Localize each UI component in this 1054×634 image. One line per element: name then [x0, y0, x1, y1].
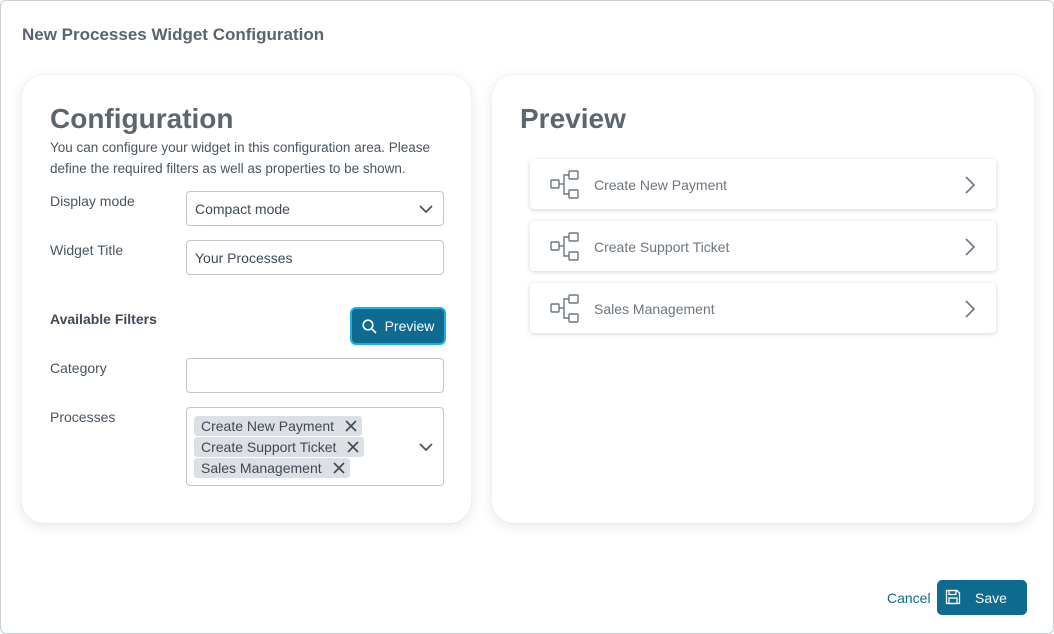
configuration-description: You can configure your widget in this co…	[50, 140, 430, 176]
display-mode-select[interactable]: Compact mode	[186, 191, 444, 226]
category-label: Category	[50, 360, 107, 376]
preview-button[interactable]: Preview	[350, 307, 446, 345]
widget-title-input[interactable]: Your Processes	[186, 240, 444, 275]
search-icon	[361, 318, 377, 334]
process-chip-label: Create New Payment	[201, 418, 335, 434]
display-mode-value: Compact mode	[195, 201, 290, 217]
chevron-right-icon	[965, 176, 976, 194]
preview-heading: Preview	[520, 103, 626, 134]
cancel-button[interactable]: Cancel	[887, 590, 931, 606]
process-flow-icon	[550, 170, 579, 199]
preview-item-label: Create Support Ticket	[594, 239, 730, 255]
close-icon[interactable]	[346, 440, 360, 454]
selected-processes: Create New Payment Create Support Ticket…	[194, 416, 414, 479]
configuration-panel: Configuration You can configure your wid…	[22, 75, 471, 523]
dialog-title: New Processes Widget Configuration	[22, 25, 325, 44]
configuration-heading: Configuration	[50, 103, 234, 134]
chevron-down-icon	[419, 205, 433, 214]
available-filters-title: Available Filters	[50, 311, 157, 327]
preview-item-label: Create New Payment	[594, 177, 728, 193]
save-button[interactable]: Save	[937, 580, 1027, 615]
save-button-label: Save	[975, 590, 1007, 606]
processes-multiselect[interactable]: Create New Payment Create Support Ticket…	[186, 407, 444, 486]
widget-title-label: Widget Title	[50, 242, 124, 258]
process-chip: Create Support Ticket	[194, 437, 365, 457]
process-chip: Sales Management	[194, 458, 350, 478]
preview-panel: Preview Create New Payment Create Suppor…	[492, 75, 1034, 523]
process-chip-label: Create Support Ticket	[201, 439, 337, 455]
chevron-right-icon	[965, 238, 976, 256]
floppy-disk-icon	[945, 589, 961, 605]
chevron-down-icon[interactable]	[419, 442, 433, 452]
preview-item[interactable]: Create New Payment	[530, 159, 996, 209]
process-chip-label: Sales Management	[201, 460, 322, 476]
category-input[interactable]	[186, 358, 444, 393]
display-mode-label: Display mode	[50, 193, 135, 209]
preview-item[interactable]: Sales Management	[530, 283, 996, 333]
process-chip: Create New Payment	[194, 416, 363, 436]
processes-label: Processes	[50, 409, 116, 425]
process-flow-icon	[550, 294, 579, 323]
chevron-right-icon	[965, 300, 976, 318]
preview-item[interactable]: Create Support Ticket	[530, 221, 996, 271]
close-icon[interactable]	[344, 419, 358, 433]
widget-title-value: Your Processes	[195, 250, 293, 266]
process-flow-icon	[550, 232, 579, 261]
preview-button-label: Preview	[384, 318, 435, 334]
preview-item-label: Sales Management	[594, 301, 715, 317]
close-icon[interactable]	[332, 461, 346, 475]
widget-config-dialog: New Processes Widget Configuration Confi…	[0, 0, 1054, 634]
